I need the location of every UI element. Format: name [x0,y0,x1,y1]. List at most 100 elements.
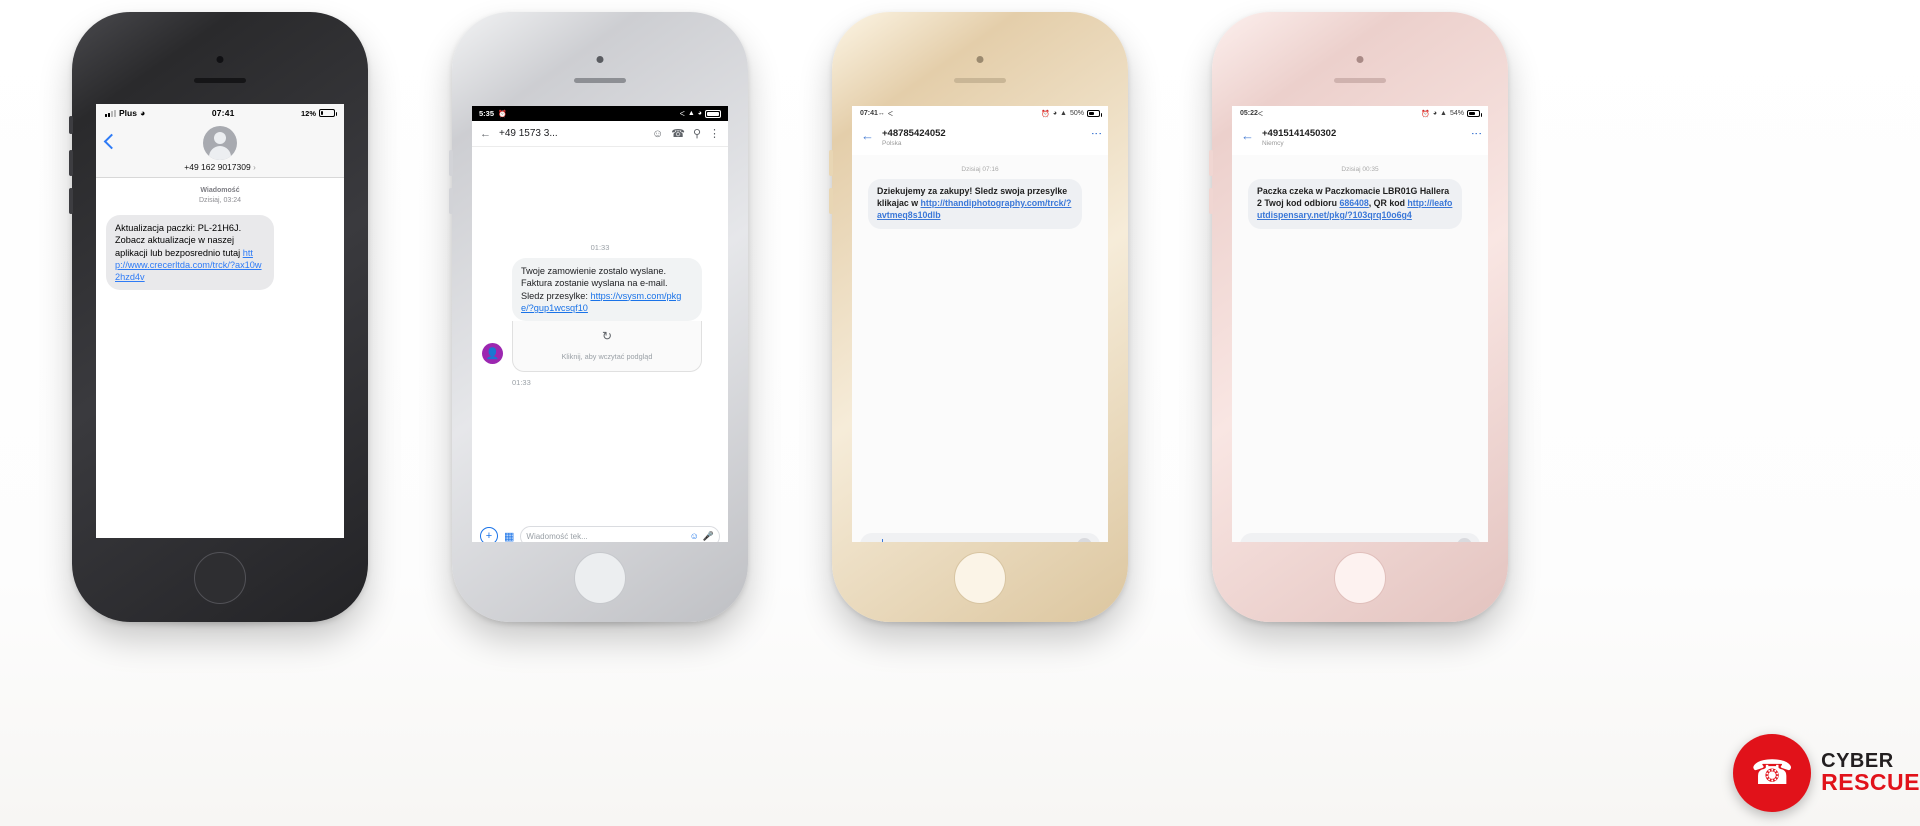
volume-down-button[interactable] [449,188,453,214]
link-preview-card[interactable]: ↻ Kliknij, aby wczytać podgląd [512,321,702,373]
battery-icon [319,109,337,117]
message-input[interactable]: Wiadomość tek... ☺ 🎤 [520,525,720,542]
earpiece-speaker [954,78,1006,83]
volume-up-button[interactable] [1209,150,1213,176]
contact-number[interactable]: +49 1573 3... [499,128,644,139]
refresh-icon[interactable]: ↻ [519,329,695,343]
add-attachment-icon[interactable]: + [868,538,876,543]
mic-icon[interactable]: 🎤 [703,531,714,542]
phone-1: Plus ◕ 07:41 12% +49 162 9017309 › Wiado… [69,12,368,630]
status-clock: 07:41 [860,110,878,117]
back-arrow-icon[interactable]: ← [480,128,491,140]
phone-4-screen: 05:22 ᐸ ⏰ ◕ ▲ 54% ← +4915141450302 Niemc… [1232,106,1488,542]
badge-line-2: RESCUE [1821,769,1920,796]
bluetooth-icon: ᐸ [887,110,894,118]
call-icon[interactable]: ☎ [671,127,685,140]
phone-3: 07:41 ↔ ᐸ ⏰ ◕ ▲ 50% ← +48785424052 Polsk… [829,12,1128,630]
front-camera [596,56,604,63]
message-input-placeholder: Wiadomość tek... [526,531,588,541]
volume-down-button[interactable] [69,188,73,214]
message-text-part-b: , QR kod [1368,197,1405,208]
back-chevron-icon[interactable] [103,133,120,150]
ios-nav-bar: +49 162 9017309 › [96,122,344,178]
samsung-conversation-header: ← +48785424052 Polska ⋮ [852,121,1108,155]
samsung-message-thread: Dzisiaj 07:16 Dziekujemy za zakupy! Sled… [852,155,1108,542]
battery-percent-label: 50% [1069,110,1084,117]
alarm-icon: ⏰ [1041,110,1050,118]
phone-icon[interactable]: ☎ [1733,734,1812,812]
home-button[interactable] [574,552,626,604]
back-arrow-icon[interactable]: ← [1241,129,1254,142]
wifi-icon: ◕ [1432,110,1438,117]
carrier-label: Plus [119,108,137,118]
battery-percent-label: 12% [300,108,316,118]
emoji-icon[interactable]: ☺ [652,128,663,140]
chevron-right-icon: › [253,163,256,172]
front-camera [976,56,984,63]
status-clock: 5:35 [479,109,495,118]
wifi-icon: ◕ [697,110,702,117]
message-timestamp: Wiadomość Dzisiaj, 03:24 [96,186,344,206]
volume-up-button[interactable] [449,150,453,176]
contact-country: Polska [882,140,902,147]
samsung-status-bar: 07:41 ↔ ᐸ ⏰ ◕ ▲ 50% [852,106,1108,121]
message-timestamp-top: 01:33 [590,243,610,252]
pickup-code-link[interactable]: 686408 [1339,198,1368,208]
preview-hint: Kliknij, aby wczytać podgląd [561,352,653,362]
hd-icon: ↔ [877,110,885,117]
message-input-placeholder: Wiadomość [1262,541,1304,543]
message-input[interactable]: Wiadomosc [881,539,1071,542]
text-cursor [881,539,883,542]
message-bubble: Dziekujemy za zakupy! Sledz swoja przesy… [868,179,1082,229]
contact-info[interactable]: +48785424052 Polska [882,128,1083,147]
volume-up-button[interactable] [829,150,833,176]
emoji-icon[interactable]: ☺ [690,531,699,541]
earpiece-speaker [194,78,246,83]
wifi-icon: ◕ [1052,110,1058,117]
signal-icon: ▲ [1440,110,1447,117]
contact-name[interactable]: +49 162 9017309 › [96,162,344,172]
message-input[interactable]: Wiadomość [1262,541,1451,543]
volume-down-button[interactable] [1209,188,1213,214]
ios-status-bar: Plus ◕ 07:41 12% [96,104,344,122]
add-attachment-icon[interactable]: + [1248,538,1256,543]
add-attachment-icon[interactable]: + [480,527,498,542]
message-timestamp-bottom: 01:33 [512,378,531,388]
gallery-icon[interactable]: ▦ [504,530,514,543]
signal-icon: ▲ [687,110,695,117]
home-button[interactable] [1334,552,1386,604]
overflow-menu-icon[interactable]: ⋮ [1470,128,1482,139]
signal-bars-icon [105,109,116,117]
battery-percent-label: 54% [1449,110,1464,117]
battery-icon [705,109,723,118]
home-button[interactable] [194,552,246,604]
bluetooth-icon: ᐸ [1257,110,1264,118]
message-bubble: Paczka czeka w Paczkomacie LBR01G Haller… [1248,179,1462,229]
cyber-rescue-badge[interactable]: ☎ CYBER RESCUE [1733,734,1920,812]
android-conversation-header: ← +49 1573 3... ☺ ☎ ⚲ ⋮ [472,121,728,147]
alarm-icon: ⏰ [1421,110,1430,118]
front-camera [216,56,224,63]
back-arrow-icon[interactable]: ← [861,129,874,142]
ios-message-thread: Wiadomość Dzisiaj, 03:24 Aktualizacja pa… [96,178,344,538]
overflow-menu-icon[interactable]: ⋮ [1090,128,1102,139]
overflow-menu-icon[interactable]: ⋮ [709,127,720,140]
phone-1-screen: Plus ◕ 07:41 12% +49 162 9017309 › Wiado… [96,104,344,538]
samsung-compose-bar: + Wiadomosc ↑ [860,533,1100,542]
home-button[interactable] [954,552,1006,604]
volume-up-button[interactable] [69,150,73,176]
send-button[interactable]: ↑ [1077,537,1092,542]
contact-number: +4915141450302 [1262,128,1337,139]
front-camera [1356,56,1364,63]
search-icon[interactable]: ⚲ [693,127,701,140]
battery-icon [1087,110,1102,117]
message-text: Aktualizacja paczki: PL-21H6J. Zobacz ak… [115,223,242,258]
contact-info[interactable]: +4915141450302 Niemcy [1262,128,1463,147]
status-clock: 07:41 [211,108,235,118]
contact-country: Niemcy [1262,140,1284,147]
contact-avatar[interactable] [203,126,237,160]
send-button[interactable]: ↑ [1457,537,1472,542]
mute-switch[interactable] [69,116,73,134]
alarm-icon: ⏰ [498,110,507,118]
volume-down-button[interactable] [829,188,833,214]
